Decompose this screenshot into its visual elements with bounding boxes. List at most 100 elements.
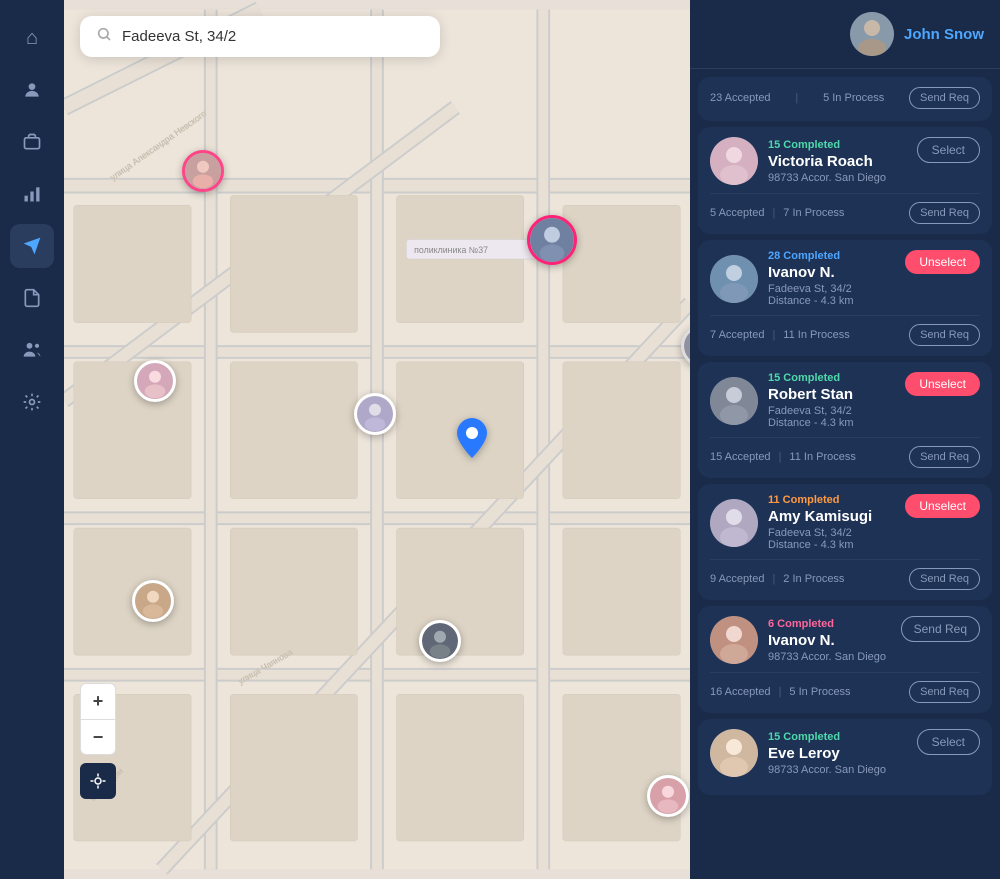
card-distance: Distance - 4.3 km	[768, 417, 895, 429]
list-item[interactable]: 6 Completed Ivanov N. 98733 Accor. San D…	[698, 606, 992, 713]
sidebar-item-analytics[interactable]	[10, 172, 54, 216]
card-info: 15 Completed Eve Leroy 98733 Accor. San …	[768, 731, 907, 776]
card-stats-accepted: 23 Accepted	[710, 92, 771, 104]
card-accepted: 5 Accepted	[710, 207, 764, 219]
card-distance: Distance - 4.3 km	[768, 539, 895, 551]
card-action: Send Req	[901, 616, 980, 642]
locate-button[interactable]	[80, 763, 116, 799]
sidebar-item-home[interactable]: ⌂	[10, 16, 54, 60]
unselect-button[interactable]: Unselect	[905, 494, 980, 518]
card-stats-inprocess: 5 In Process	[823, 92, 884, 104]
card-avatar	[710, 377, 758, 425]
card-action: Unselect	[905, 494, 980, 518]
cards-list: 23 Accepted | 5 In Process Send Req 15 C…	[690, 69, 1000, 879]
send-req-button[interactable]: Send Req	[909, 202, 980, 224]
card-accepted: 9 Accepted	[710, 573, 764, 585]
search-bar	[80, 16, 440, 57]
right-panel: John Snow 23 Accepted | 5 In Process Sen…	[690, 0, 1000, 879]
search-icon	[96, 26, 112, 47]
card-completed: 6 Completed	[768, 618, 891, 630]
list-item[interactable]: 15 Completed Victoria Roach 98733 Accor.…	[698, 127, 992, 234]
card-avatar	[710, 137, 758, 185]
card-inprocess: 7 In Process	[783, 207, 844, 219]
unselect-button[interactable]: Unselect	[905, 250, 980, 274]
card-inprocess: 2 In Process	[783, 573, 844, 585]
sidebar-item-settings[interactable]	[10, 380, 54, 424]
map-avatar-3[interactable]	[134, 360, 176, 402]
card-name: Amy Kamisugi	[768, 508, 895, 525]
stat-divider: |	[795, 92, 798, 104]
map-avatar-1[interactable]	[182, 150, 224, 192]
card-info: 28 Completed Ivanov N. Fadeeva St, 34/2 …	[768, 250, 895, 307]
card-inprocess: 5 In Process	[789, 686, 850, 698]
map-controls: + −	[80, 683, 116, 799]
card-avatar	[710, 499, 758, 547]
card-address: Fadeeva St, 34/2	[768, 283, 895, 295]
select-button[interactable]: Select	[917, 137, 980, 163]
card-name: Ivanov N.	[768, 264, 895, 281]
map-avatar-2[interactable]	[527, 215, 577, 265]
sidebar-item-profile[interactable]	[10, 68, 54, 112]
card-action: Unselect	[905, 250, 980, 274]
zoom-in-button[interactable]: +	[80, 683, 116, 719]
user-avatar	[850, 12, 894, 56]
map-avatar-8[interactable]	[132, 580, 174, 622]
card-action: Select	[917, 729, 980, 755]
map-avatar-7[interactable]	[647, 775, 689, 817]
card-address: 98733 Accor. San Diego	[768, 764, 907, 776]
card-avatar	[710, 729, 758, 777]
card-accepted: 16 Accepted	[710, 686, 771, 698]
card-completed: 11 Completed	[768, 494, 895, 506]
send-req-button[interactable]: Send Req	[909, 446, 980, 468]
card-action: Select	[917, 137, 980, 163]
sidebar: ⌂	[0, 0, 64, 879]
header: John Snow	[690, 0, 1000, 69]
card-accepted: 7 Accepted	[710, 329, 764, 341]
list-item[interactable]: 11 Completed Amy Kamisugi Fadeeva St, 34…	[698, 484, 992, 600]
unselect-button[interactable]: Unselect	[905, 372, 980, 396]
send-req-button2[interactable]: Send Req	[909, 681, 980, 703]
card-completed: 15 Completed	[768, 731, 907, 743]
send-req-button[interactable]: Send Req	[909, 324, 980, 346]
map-area[interactable]: улица Александра Невского улица Чаянова …	[64, 0, 690, 879]
map-avatar-6[interactable]	[419, 620, 461, 662]
search-input[interactable]	[122, 28, 424, 45]
card-distance: Distance - 4.3 km	[768, 295, 895, 307]
send-req-button[interactable]: Send Req	[909, 568, 980, 590]
card-address: Fadeeva St, 34/2	[768, 527, 895, 539]
sidebar-item-documents[interactable]	[10, 276, 54, 320]
zoom-out-button[interactable]: −	[80, 719, 116, 755]
list-item[interactable]: 15 Completed Eve Leroy 98733 Accor. San …	[698, 719, 992, 795]
card-avatar	[710, 255, 758, 303]
card-completed: 15 Completed	[768, 372, 895, 384]
card-info: 15 Completed Robert Stan Fadeeva St, 34/…	[768, 372, 895, 429]
list-item[interactable]: 23 Accepted | 5 In Process Send Req	[698, 77, 992, 121]
card-inprocess: 11 In Process	[789, 451, 855, 463]
card-name: Ivanov N.	[768, 632, 891, 649]
sidebar-item-send[interactable]	[10, 224, 54, 268]
card-address: 98733 Accor. San Diego	[768, 651, 891, 663]
card-name: Eve Leroy	[768, 745, 907, 762]
user-name-label: John Snow	[904, 26, 984, 43]
send-req-button[interactable]: Send Req	[901, 616, 980, 642]
card-name: Robert Stan	[768, 386, 895, 403]
select-button[interactable]: Select	[917, 729, 980, 755]
card-info: 11 Completed Amy Kamisugi Fadeeva St, 34…	[768, 494, 895, 551]
card-name: Victoria Roach	[768, 153, 907, 170]
card-avatar	[710, 616, 758, 664]
card-accepted: 15 Accepted	[710, 451, 771, 463]
card-address: 98733 Accor. San Diego	[768, 172, 907, 184]
card-action: Unselect	[905, 372, 980, 396]
card-info: 6 Completed Ivanov N. 98733 Accor. San D…	[768, 618, 891, 663]
card-address: Fadeeva St, 34/2	[768, 405, 895, 417]
card-info: 15 Completed Victoria Roach 98733 Accor.…	[768, 139, 907, 184]
card-inprocess: 11 In Process	[783, 329, 849, 341]
send-req-button[interactable]: Send Req	[909, 87, 980, 109]
list-item[interactable]: 15 Completed Robert Stan Fadeeva St, 34/…	[698, 362, 992, 478]
sidebar-item-group[interactable]	[10, 328, 54, 372]
user-info[interactable]: John Snow	[850, 12, 984, 56]
sidebar-item-work[interactable]	[10, 120, 54, 164]
list-item[interactable]: 28 Completed Ivanov N. Fadeeva St, 34/2 …	[698, 240, 992, 356]
map-avatar-4[interactable]	[354, 393, 396, 435]
svg-text:поликлиника №37: поликлиника №37	[414, 245, 488, 255]
